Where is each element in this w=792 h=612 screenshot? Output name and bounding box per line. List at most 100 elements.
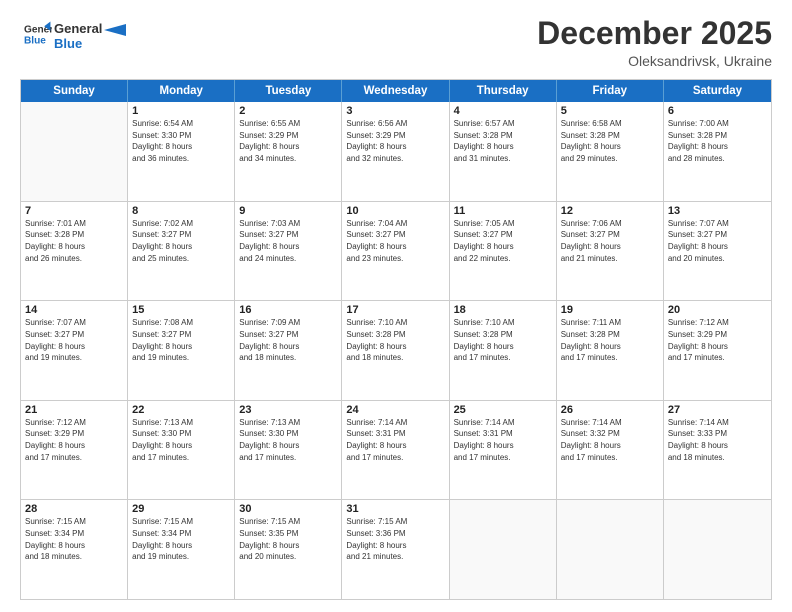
header-day-wednesday: Wednesday [342, 80, 449, 102]
day-number: 21 [25, 404, 123, 416]
day-info: Sunrise: 7:14 AMSunset: 3:31 PMDaylight:… [454, 417, 552, 463]
header-day-saturday: Saturday [664, 80, 771, 102]
day-number: 26 [561, 404, 659, 416]
day-info: Sunrise: 7:12 AMSunset: 3:29 PMDaylight:… [25, 417, 123, 463]
day-number: 1 [132, 105, 230, 117]
logo-blue: Blue [54, 37, 102, 52]
day-info: Sunrise: 7:15 AMSunset: 3:35 PMDaylight:… [239, 516, 337, 562]
day-number: 9 [239, 205, 337, 217]
day-number: 8 [132, 205, 230, 217]
day-info: Sunrise: 7:13 AMSunset: 3:30 PMDaylight:… [132, 417, 230, 463]
month-title: December 2025 [537, 16, 772, 51]
day-number: 12 [561, 205, 659, 217]
day-info: Sunrise: 6:58 AMSunset: 3:28 PMDaylight:… [561, 118, 659, 164]
calendar-week-3: 14Sunrise: 7:07 AMSunset: 3:27 PMDayligh… [21, 301, 771, 401]
day-number: 11 [454, 205, 552, 217]
calendar-day-31: 31Sunrise: 7:15 AMSunset: 3:36 PMDayligh… [342, 500, 449, 599]
calendar-week-5: 28Sunrise: 7:15 AMSunset: 3:34 PMDayligh… [21, 500, 771, 599]
day-number: 28 [25, 503, 123, 515]
day-info: Sunrise: 7:11 AMSunset: 3:28 PMDaylight:… [561, 317, 659, 363]
header: General Blue General Blue December 2025 … [20, 16, 772, 69]
day-info: Sunrise: 7:15 AMSunset: 3:36 PMDaylight:… [346, 516, 444, 562]
logo-icon: General Blue [24, 20, 52, 48]
calendar-day-2: 2Sunrise: 6:55 AMSunset: 3:29 PMDaylight… [235, 102, 342, 201]
day-number: 27 [668, 404, 767, 416]
day-number: 23 [239, 404, 337, 416]
day-info: Sunrise: 7:07 AMSunset: 3:27 PMDaylight:… [668, 218, 767, 264]
day-info: Sunrise: 7:07 AMSunset: 3:27 PMDaylight:… [25, 317, 123, 363]
day-info: Sunrise: 6:57 AMSunset: 3:28 PMDaylight:… [454, 118, 552, 164]
calendar-day-9: 9Sunrise: 7:03 AMSunset: 3:27 PMDaylight… [235, 202, 342, 301]
calendar-header: SundayMondayTuesdayWednesdayThursdayFrid… [21, 80, 771, 102]
page: General Blue General Blue December 2025 … [0, 0, 792, 612]
calendar-empty-cell [450, 500, 557, 599]
calendar-day-30: 30Sunrise: 7:15 AMSunset: 3:35 PMDayligh… [235, 500, 342, 599]
header-day-friday: Friday [557, 80, 664, 102]
calendar-body: 1Sunrise: 6:54 AMSunset: 3:30 PMDaylight… [21, 102, 771, 599]
day-number: 15 [132, 304, 230, 316]
day-number: 20 [668, 304, 767, 316]
calendar-day-13: 13Sunrise: 7:07 AMSunset: 3:27 PMDayligh… [664, 202, 771, 301]
day-info: Sunrise: 6:56 AMSunset: 3:29 PMDaylight:… [346, 118, 444, 164]
logo-arrow-icon [104, 24, 126, 46]
day-info: Sunrise: 7:09 AMSunset: 3:27 PMDaylight:… [239, 317, 337, 363]
day-info: Sunrise: 7:14 AMSunset: 3:33 PMDaylight:… [668, 417, 767, 463]
calendar: SundayMondayTuesdayWednesdayThursdayFrid… [20, 79, 772, 600]
calendar-empty-cell [21, 102, 128, 201]
calendar-empty-cell [664, 500, 771, 599]
calendar-day-12: 12Sunrise: 7:06 AMSunset: 3:27 PMDayligh… [557, 202, 664, 301]
day-info: Sunrise: 7:06 AMSunset: 3:27 PMDaylight:… [561, 218, 659, 264]
header-day-tuesday: Tuesday [235, 80, 342, 102]
calendar-empty-cell [557, 500, 664, 599]
day-number: 7 [25, 205, 123, 217]
day-info: Sunrise: 7:01 AMSunset: 3:28 PMDaylight:… [25, 218, 123, 264]
day-info: Sunrise: 7:05 AMSunset: 3:27 PMDaylight:… [454, 218, 552, 264]
calendar-day-14: 14Sunrise: 7:07 AMSunset: 3:27 PMDayligh… [21, 301, 128, 400]
day-number: 4 [454, 105, 552, 117]
day-info: Sunrise: 7:10 AMSunset: 3:28 PMDaylight:… [454, 317, 552, 363]
day-info: Sunrise: 7:00 AMSunset: 3:28 PMDaylight:… [668, 118, 767, 164]
day-number: 14 [25, 304, 123, 316]
calendar-day-5: 5Sunrise: 6:58 AMSunset: 3:28 PMDaylight… [557, 102, 664, 201]
calendar-day-29: 29Sunrise: 7:15 AMSunset: 3:34 PMDayligh… [128, 500, 235, 599]
svg-text:Blue: Blue [24, 35, 46, 46]
calendar-week-1: 1Sunrise: 6:54 AMSunset: 3:30 PMDaylight… [21, 102, 771, 202]
day-info: Sunrise: 6:55 AMSunset: 3:29 PMDaylight:… [239, 118, 337, 164]
day-info: Sunrise: 7:14 AMSunset: 3:32 PMDaylight:… [561, 417, 659, 463]
header-day-sunday: Sunday [21, 80, 128, 102]
calendar-day-25: 25Sunrise: 7:14 AMSunset: 3:31 PMDayligh… [450, 401, 557, 500]
day-info: Sunrise: 7:13 AMSunset: 3:30 PMDaylight:… [239, 417, 337, 463]
day-info: Sunrise: 7:08 AMSunset: 3:27 PMDaylight:… [132, 317, 230, 363]
day-number: 30 [239, 503, 337, 515]
calendar-day-28: 28Sunrise: 7:15 AMSunset: 3:34 PMDayligh… [21, 500, 128, 599]
calendar-day-11: 11Sunrise: 7:05 AMSunset: 3:27 PMDayligh… [450, 202, 557, 301]
day-info: Sunrise: 7:15 AMSunset: 3:34 PMDaylight:… [132, 516, 230, 562]
day-number: 10 [346, 205, 444, 217]
calendar-day-26: 26Sunrise: 7:14 AMSunset: 3:32 PMDayligh… [557, 401, 664, 500]
calendar-day-23: 23Sunrise: 7:13 AMSunset: 3:30 PMDayligh… [235, 401, 342, 500]
day-info: Sunrise: 7:02 AMSunset: 3:27 PMDaylight:… [132, 218, 230, 264]
day-info: Sunrise: 7:04 AMSunset: 3:27 PMDaylight:… [346, 218, 444, 264]
calendar-week-2: 7Sunrise: 7:01 AMSunset: 3:28 PMDaylight… [21, 202, 771, 302]
calendar-day-15: 15Sunrise: 7:08 AMSunset: 3:27 PMDayligh… [128, 301, 235, 400]
day-number: 29 [132, 503, 230, 515]
calendar-day-19: 19Sunrise: 7:11 AMSunset: 3:28 PMDayligh… [557, 301, 664, 400]
day-number: 24 [346, 404, 444, 416]
day-info: Sunrise: 7:12 AMSunset: 3:29 PMDaylight:… [668, 317, 767, 363]
calendar-day-4: 4Sunrise: 6:57 AMSunset: 3:28 PMDaylight… [450, 102, 557, 201]
calendar-day-6: 6Sunrise: 7:00 AMSunset: 3:28 PMDaylight… [664, 102, 771, 201]
day-number: 22 [132, 404, 230, 416]
calendar-day-17: 17Sunrise: 7:10 AMSunset: 3:28 PMDayligh… [342, 301, 449, 400]
calendar-week-4: 21Sunrise: 7:12 AMSunset: 3:29 PMDayligh… [21, 401, 771, 501]
day-number: 31 [346, 503, 444, 515]
day-info: Sunrise: 7:15 AMSunset: 3:34 PMDaylight:… [25, 516, 123, 562]
calendar-day-18: 18Sunrise: 7:10 AMSunset: 3:28 PMDayligh… [450, 301, 557, 400]
day-number: 6 [668, 105, 767, 117]
calendar-day-8: 8Sunrise: 7:02 AMSunset: 3:27 PMDaylight… [128, 202, 235, 301]
day-number: 17 [346, 304, 444, 316]
day-info: Sunrise: 7:14 AMSunset: 3:31 PMDaylight:… [346, 417, 444, 463]
calendar-day-21: 21Sunrise: 7:12 AMSunset: 3:29 PMDayligh… [21, 401, 128, 500]
day-number: 2 [239, 105, 337, 117]
day-number: 13 [668, 205, 767, 217]
calendar-day-20: 20Sunrise: 7:12 AMSunset: 3:29 PMDayligh… [664, 301, 771, 400]
